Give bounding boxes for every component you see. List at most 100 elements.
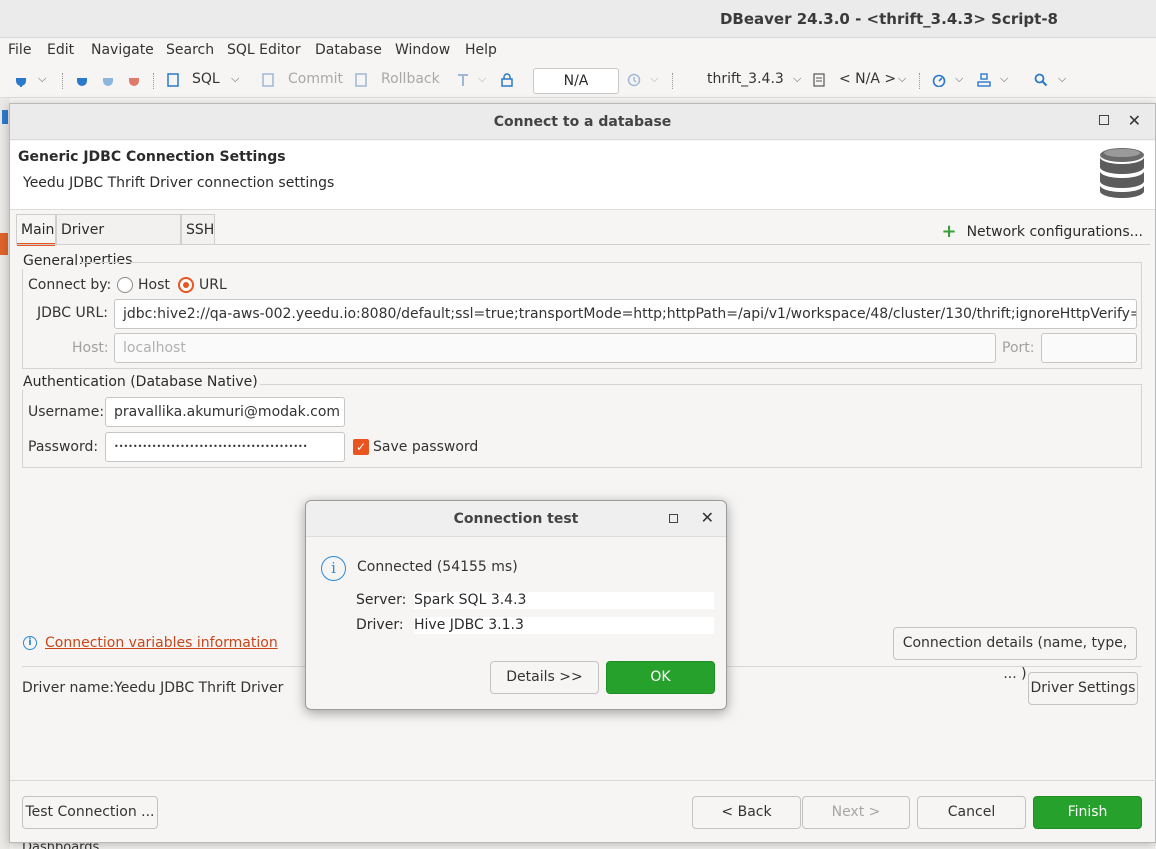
menu-help[interactable]: Help (465, 42, 497, 58)
connect-icon[interactable] (75, 73, 89, 87)
active-datasource[interactable]: thrift_3.4.3 (707, 71, 784, 87)
tab-divider (16, 244, 1150, 245)
reconnect-icon[interactable] (101, 73, 115, 87)
rollback-button[interactable]: Rollback (381, 71, 440, 87)
connection-details-button[interactable]: Connection details (name, type, ... ) (893, 627, 1137, 682)
active-schema[interactable]: < N/A > (839, 71, 896, 87)
jdbc-url-label: JDBC URL: (37, 305, 108, 321)
connection-status-message: Connected (54155 ms) (357, 559, 518, 575)
server-value: Spark SQL 3.4.3 (414, 592, 714, 609)
chevron-down-icon[interactable]: ⌵ (1058, 72, 1066, 86)
save-password-label[interactable]: Save password (373, 439, 478, 455)
cancel-button[interactable]: Cancel (917, 796, 1026, 829)
menu-bar: File Edit Navigate Search SQL Editor Dat… (0, 38, 1156, 64)
username-input[interactable]: pravallika.akumuri@modak.com (105, 397, 345, 427)
menu-file[interactable]: File (8, 42, 31, 58)
server-row: Server: Spark SQL 3.4.3 (356, 592, 716, 610)
commit-icon (262, 73, 274, 87)
username-label: Username: (28, 404, 105, 420)
network-configurations-button[interactable]: + Network configurations... (941, 220, 1143, 242)
details-button[interactable]: Details >> (490, 661, 599, 694)
chevron-down-icon[interactable]: ⌵ (38, 72, 46, 86)
dashboard-icon[interactable] (932, 73, 946, 87)
new-connection-icon[interactable] (14, 73, 28, 87)
network-configurations-label: Network configurations... (966, 224, 1143, 240)
menu-navigate[interactable]: Navigate (91, 42, 154, 58)
dialog-header: Generic JDBC Connection Settings Yeedu J… (10, 141, 1155, 210)
connect-dialog: Connect to a database ✕ Generic JDBC Con… (9, 103, 1156, 843)
sql-button[interactable]: SQL (192, 71, 220, 87)
url-radio-label[interactable]: URL (199, 277, 227, 293)
chevron-down-icon[interactable]: ⌵ (650, 72, 658, 86)
password-input[interactable]: ••••••••••••••••••••••••••••••••••••••••… (105, 432, 345, 462)
connect-by-label: Connect by: (28, 277, 112, 293)
chevron-down-icon[interactable]: ⌵ (793, 72, 801, 86)
chevron-down-icon[interactable]: ⌵ (1000, 72, 1008, 86)
driver-label: Driver: (356, 617, 404, 633)
finish-button[interactable]: Finish (1033, 796, 1142, 829)
sql-editor-icon[interactable] (166, 73, 180, 87)
chevron-down-icon[interactable]: ⌵ (898, 72, 906, 86)
tab-ssh[interactable]: SSH (181, 214, 215, 244)
host-radio-label[interactable]: Host (138, 277, 170, 293)
chevron-down-icon[interactable]: ⌵ (478, 72, 486, 86)
search-icon[interactable] (1034, 73, 1048, 87)
back-button[interactable]: < Back (692, 796, 801, 829)
tab-main[interactable]: Main (16, 214, 56, 246)
header-subtitle: Yeedu JDBC Thrift Driver connection sett… (23, 175, 335, 191)
maximize-icon[interactable] (1099, 115, 1109, 125)
schema-icon (813, 73, 825, 87)
transaction-mode-icon[interactable] (456, 73, 470, 87)
disconnect-icon[interactable] (127, 73, 141, 87)
server-label: Server: (356, 592, 407, 608)
toolbar-separator (919, 73, 920, 89)
navigator-marker (2, 110, 8, 124)
driver-row: Driver: Hive JDBC 3.1.3 (356, 617, 716, 635)
header-title: Generic JDBC Connection Settings (18, 149, 286, 165)
toolbar-separator (62, 73, 63, 89)
menu-window[interactable]: Window (395, 42, 450, 58)
close-icon[interactable]: ✕ (1128, 111, 1141, 130)
chevron-down-icon[interactable]: ⌵ (955, 72, 963, 86)
chevron-down-icon[interactable]: ⌵ (231, 72, 239, 86)
ok-button[interactable]: OK (606, 661, 715, 694)
rollback-icon (355, 73, 367, 87)
driver-settings-button[interactable]: Driver Settings (1028, 672, 1138, 705)
window-titlebar: DBeaver 24.3.0 - <thrift_3.4.3> Script-8 (0, 0, 1156, 38)
toolbar-separator (153, 73, 154, 89)
menu-search[interactable]: Search (166, 42, 214, 58)
transaction-counter: N/A (533, 68, 619, 94)
host-radio[interactable] (117, 277, 133, 293)
toolbar-separator (672, 73, 673, 89)
menu-sql-editor[interactable]: SQL Editor (227, 42, 301, 58)
close-icon[interactable]: ✕ (701, 508, 714, 527)
commit-button[interactable]: Commit (288, 71, 343, 87)
menu-database[interactable]: Database (315, 42, 382, 58)
port-input[interactable] (1041, 333, 1137, 363)
history-icon[interactable] (627, 73, 641, 87)
tab-driver-properties[interactable]: Driver properties (56, 214, 181, 268)
network-icon[interactable] (977, 73, 991, 87)
dialog-title: Connect to a database (10, 104, 1155, 140)
editor-marker (0, 233, 8, 255)
main-toolbar: ⌵ SQL ⌵ Commit Rollback ⌵ N/A ⌵ thrift_3… (0, 64, 1156, 98)
driver-name-label: Driver name: (22, 680, 114, 696)
driver-name-value: Yeedu JDBC Thrift Driver (114, 680, 284, 696)
database-icon (1100, 148, 1144, 198)
plus-icon: + (941, 221, 957, 242)
general-group-label: General (21, 253, 81, 269)
test-connection-button[interactable]: Test Connection ... (22, 796, 158, 829)
lock-icon[interactable] (500, 73, 514, 87)
driver-value: Hive JDBC 3.1.3 (414, 617, 714, 634)
save-password-checkbox[interactable]: ✓ (353, 439, 369, 455)
menu-edit[interactable]: Edit (47, 42, 74, 58)
maximize-icon[interactable] (669, 514, 678, 523)
url-radio[interactable] (178, 277, 194, 293)
connection-variables-link[interactable]: Connection variables information (45, 635, 278, 651)
next-button[interactable]: Next > (802, 796, 910, 829)
window-title: DBeaver 24.3.0 - <thrift_3.4.3> Script-8 (719, 10, 1058, 28)
popup-title: Connection test (306, 501, 726, 537)
jdbc-url-input[interactable]: jdbc:hive2://qa-aws-002.yeedu.io:8080/de… (114, 299, 1137, 329)
footer-divider (10, 780, 1156, 781)
host-input[interactable]: localhost (114, 333, 996, 363)
